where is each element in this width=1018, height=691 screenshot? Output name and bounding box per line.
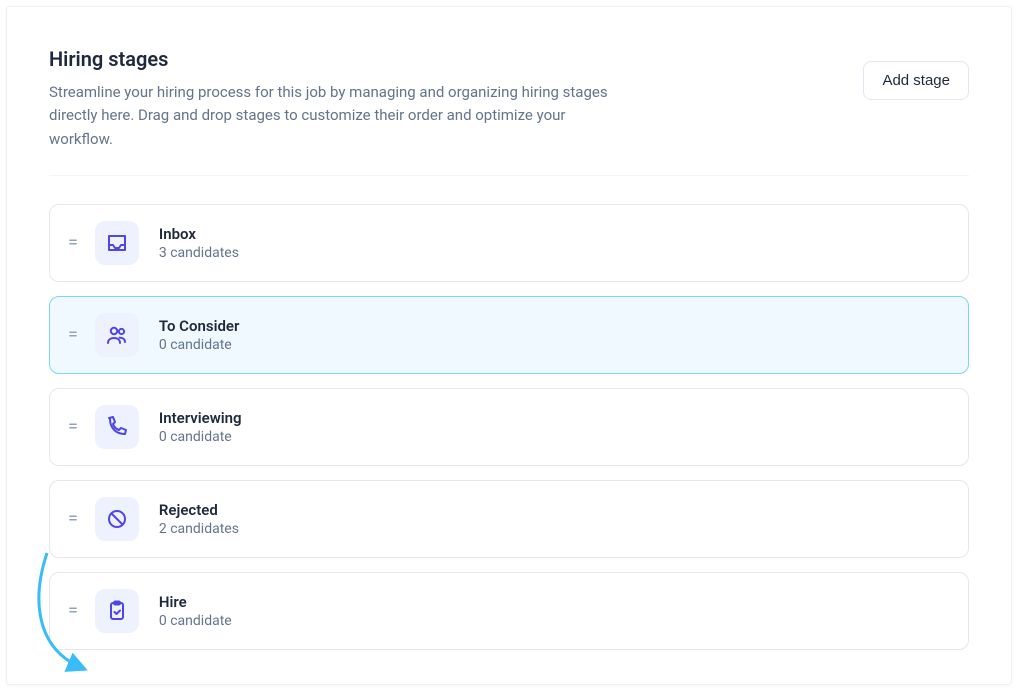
stage-list: = Inbox 3 candidates = To Consider 0 can… xyxy=(49,204,969,650)
stage-title: Interviewing xyxy=(159,409,242,427)
stage-text: Hire 0 candidate xyxy=(159,593,232,629)
page-title: Hiring stages xyxy=(49,47,609,71)
stage-card-interviewing[interactable]: = Interviewing 0 candidate xyxy=(49,388,969,466)
stage-title: To Consider xyxy=(159,317,240,335)
stage-card-inbox[interactable]: = Inbox 3 candidates xyxy=(49,204,969,282)
header-row: Hiring stages Streamline your hiring pro… xyxy=(49,47,969,151)
drag-handle-icon[interactable]: = xyxy=(68,418,75,436)
stage-subtitle: 0 candidate xyxy=(159,337,240,353)
stage-subtitle: 2 candidates xyxy=(159,521,239,537)
hiring-stages-panel: Hiring stages Streamline your hiring pro… xyxy=(6,6,1012,685)
drag-handle-icon[interactable]: = xyxy=(68,510,75,528)
inbox-icon xyxy=(95,221,139,265)
stage-card-rejected[interactable]: = Rejected 2 candidates xyxy=(49,480,969,558)
users-icon xyxy=(95,313,139,357)
stage-card-to-consider[interactable]: = To Consider 0 candidate xyxy=(49,296,969,374)
ban-icon xyxy=(95,497,139,541)
stage-title: Rejected xyxy=(159,501,239,519)
stage-text: Inbox 3 candidates xyxy=(159,225,239,261)
clipboard-icon xyxy=(95,589,139,633)
stage-title: Hire xyxy=(159,593,232,611)
drag-handle-icon[interactable]: = xyxy=(68,326,75,344)
stage-card-hire[interactable]: = Hire 0 candidate xyxy=(49,572,969,650)
stage-title: Inbox xyxy=(159,225,239,243)
divider xyxy=(49,175,969,176)
stage-text: To Consider 0 candidate xyxy=(159,317,240,353)
stage-subtitle: 0 candidate xyxy=(159,613,232,629)
page-subtitle: Streamline your hiring process for this … xyxy=(49,81,609,151)
add-stage-button[interactable]: Add stage xyxy=(863,61,969,100)
stage-subtitle: 0 candidate xyxy=(159,429,242,445)
header-text: Hiring stages Streamline your hiring pro… xyxy=(49,47,609,151)
stage-text: Interviewing 0 candidate xyxy=(159,409,242,445)
stage-subtitle: 3 candidates xyxy=(159,245,239,261)
stage-text: Rejected 2 candidates xyxy=(159,501,239,537)
drag-handle-icon[interactable]: = xyxy=(68,234,75,252)
phone-icon xyxy=(95,405,139,449)
drag-handle-icon[interactable]: = xyxy=(68,602,75,620)
